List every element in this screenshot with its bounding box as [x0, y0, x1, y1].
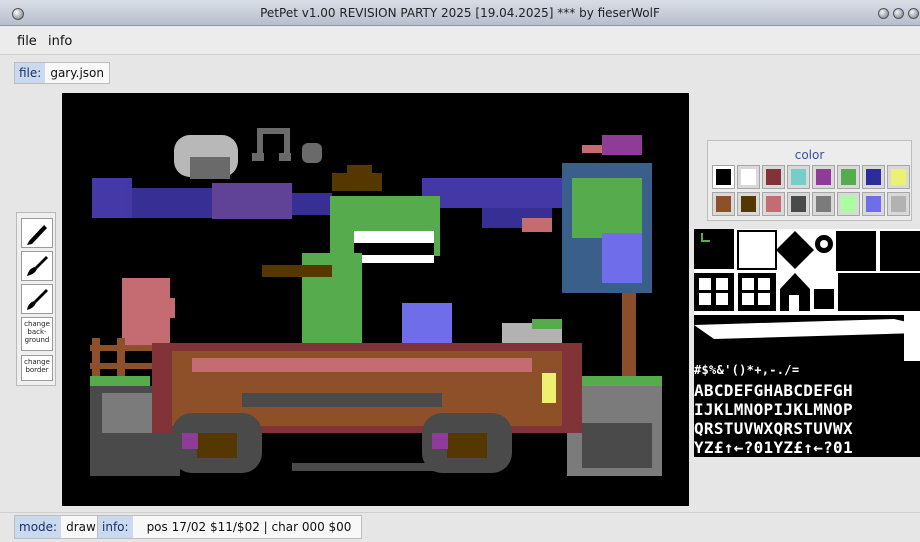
- color-swatch[interactable]: [737, 192, 760, 216]
- color-swatch[interactable]: [812, 192, 835, 216]
- swatch-color: [816, 196, 831, 212]
- swatch-color: [766, 169, 781, 185]
- charset-row-1: IJKLMNOPIJKLMNOP: [694, 400, 920, 419]
- info-indicator: info: pos 17/02 $11/$02 | char 000 $00: [97, 515, 363, 539]
- change-border-button[interactable]: change border: [21, 355, 53, 381]
- swatch-color: [716, 169, 731, 185]
- color-swatch[interactable]: [862, 192, 885, 216]
- charset-row-0: ABCDEFGHABCDEFGH: [694, 381, 920, 400]
- close-icon[interactable]: [908, 8, 919, 19]
- swatch-color: [891, 169, 906, 185]
- charset-graphics: [694, 229, 920, 361]
- swatch-color: [741, 196, 756, 212]
- minimize-icon[interactable]: [878, 8, 889, 19]
- status-bar: mode: draw info: pos 17/02 $11/$02 | cha…: [0, 512, 920, 542]
- swatch-color: [866, 169, 881, 185]
- mode-label: mode:: [15, 516, 62, 538]
- file-label: file:: [15, 63, 46, 83]
- color-swatch[interactable]: [787, 192, 810, 216]
- swatch-color: [866, 196, 881, 212]
- drawing-canvas[interactable]: [62, 93, 689, 506]
- charset-symbols-1: #$%&'()*+,-./=: [694, 361, 920, 380]
- color-swatch[interactable]: [837, 165, 860, 189]
- menu-info[interactable]: info: [48, 34, 72, 49]
- file-indicator[interactable]: file: gary.json: [14, 62, 110, 84]
- color-swatch[interactable]: [737, 165, 760, 189]
- title-bar: PetPet v1.00 REVISION PARTY 2025 [19.04.…: [0, 0, 920, 26]
- mode-indicator: mode: draw: [14, 515, 102, 539]
- pencil-icon: [27, 225, 47, 245]
- color-swatch[interactable]: [812, 165, 835, 189]
- maximize-icon[interactable]: [893, 8, 904, 19]
- swatch-color: [816, 169, 831, 185]
- brush-tool-button[interactable]: [21, 251, 53, 281]
- charset-row-2: QRSTUVWXQRSTUVWX: [694, 419, 920, 438]
- color-swatch[interactable]: [712, 165, 735, 189]
- menu-file[interactable]: file: [17, 34, 37, 49]
- swatch-color: [716, 196, 731, 212]
- color-swatch[interactable]: [887, 165, 910, 189]
- swatch-color: [891, 196, 906, 212]
- menu-bar: file info: [0, 27, 920, 55]
- color-panel: color: [707, 140, 912, 221]
- color-swatch[interactable]: [762, 192, 785, 216]
- swatch-color: [841, 196, 856, 212]
- paint-brush-tool-button[interactable]: [21, 284, 53, 314]
- color-swatch[interactable]: [787, 165, 810, 189]
- change-background-label: change back- ground: [24, 320, 50, 344]
- change-background-button[interactable]: change back- ground: [21, 317, 53, 351]
- swatch-color: [766, 196, 781, 212]
- petscii-artwork: [62, 93, 689, 506]
- brush-icon: [27, 289, 48, 310]
- mode-value: draw: [66, 520, 96, 534]
- charset-panel[interactable]: #$%&'()*+,-./= ↓←→↑$%&*;+,-./= ABCDEFGHA…: [694, 229, 920, 457]
- info-label: info:: [98, 516, 133, 538]
- swatch-color: [791, 196, 806, 212]
- color-swatch[interactable]: [712, 192, 735, 216]
- tool-panel: change back- ground change border: [16, 212, 56, 386]
- swatch-color: [841, 169, 856, 185]
- swatch-color: [741, 169, 756, 185]
- color-swatch[interactable]: [887, 192, 910, 216]
- color-swatch[interactable]: [762, 165, 785, 189]
- brush-icon: [27, 256, 48, 276]
- file-name: gary.json: [50, 66, 104, 80]
- info-value: pos 17/02 $11/$02 | char 000 $00: [146, 520, 352, 534]
- pencil-tool-button[interactable]: [21, 218, 53, 248]
- change-border-label: change border: [24, 358, 50, 374]
- color-title: color: [794, 148, 825, 162]
- color-swatch[interactable]: [862, 165, 885, 189]
- color-swatch[interactable]: [837, 192, 860, 216]
- swatch-color: [791, 169, 806, 185]
- window-title: PetPet v1.00 REVISION PARTY 2025 [19.04.…: [260, 6, 660, 20]
- charset-row-3: YZ£↑←?01YZ£↑←?01: [694, 438, 920, 457]
